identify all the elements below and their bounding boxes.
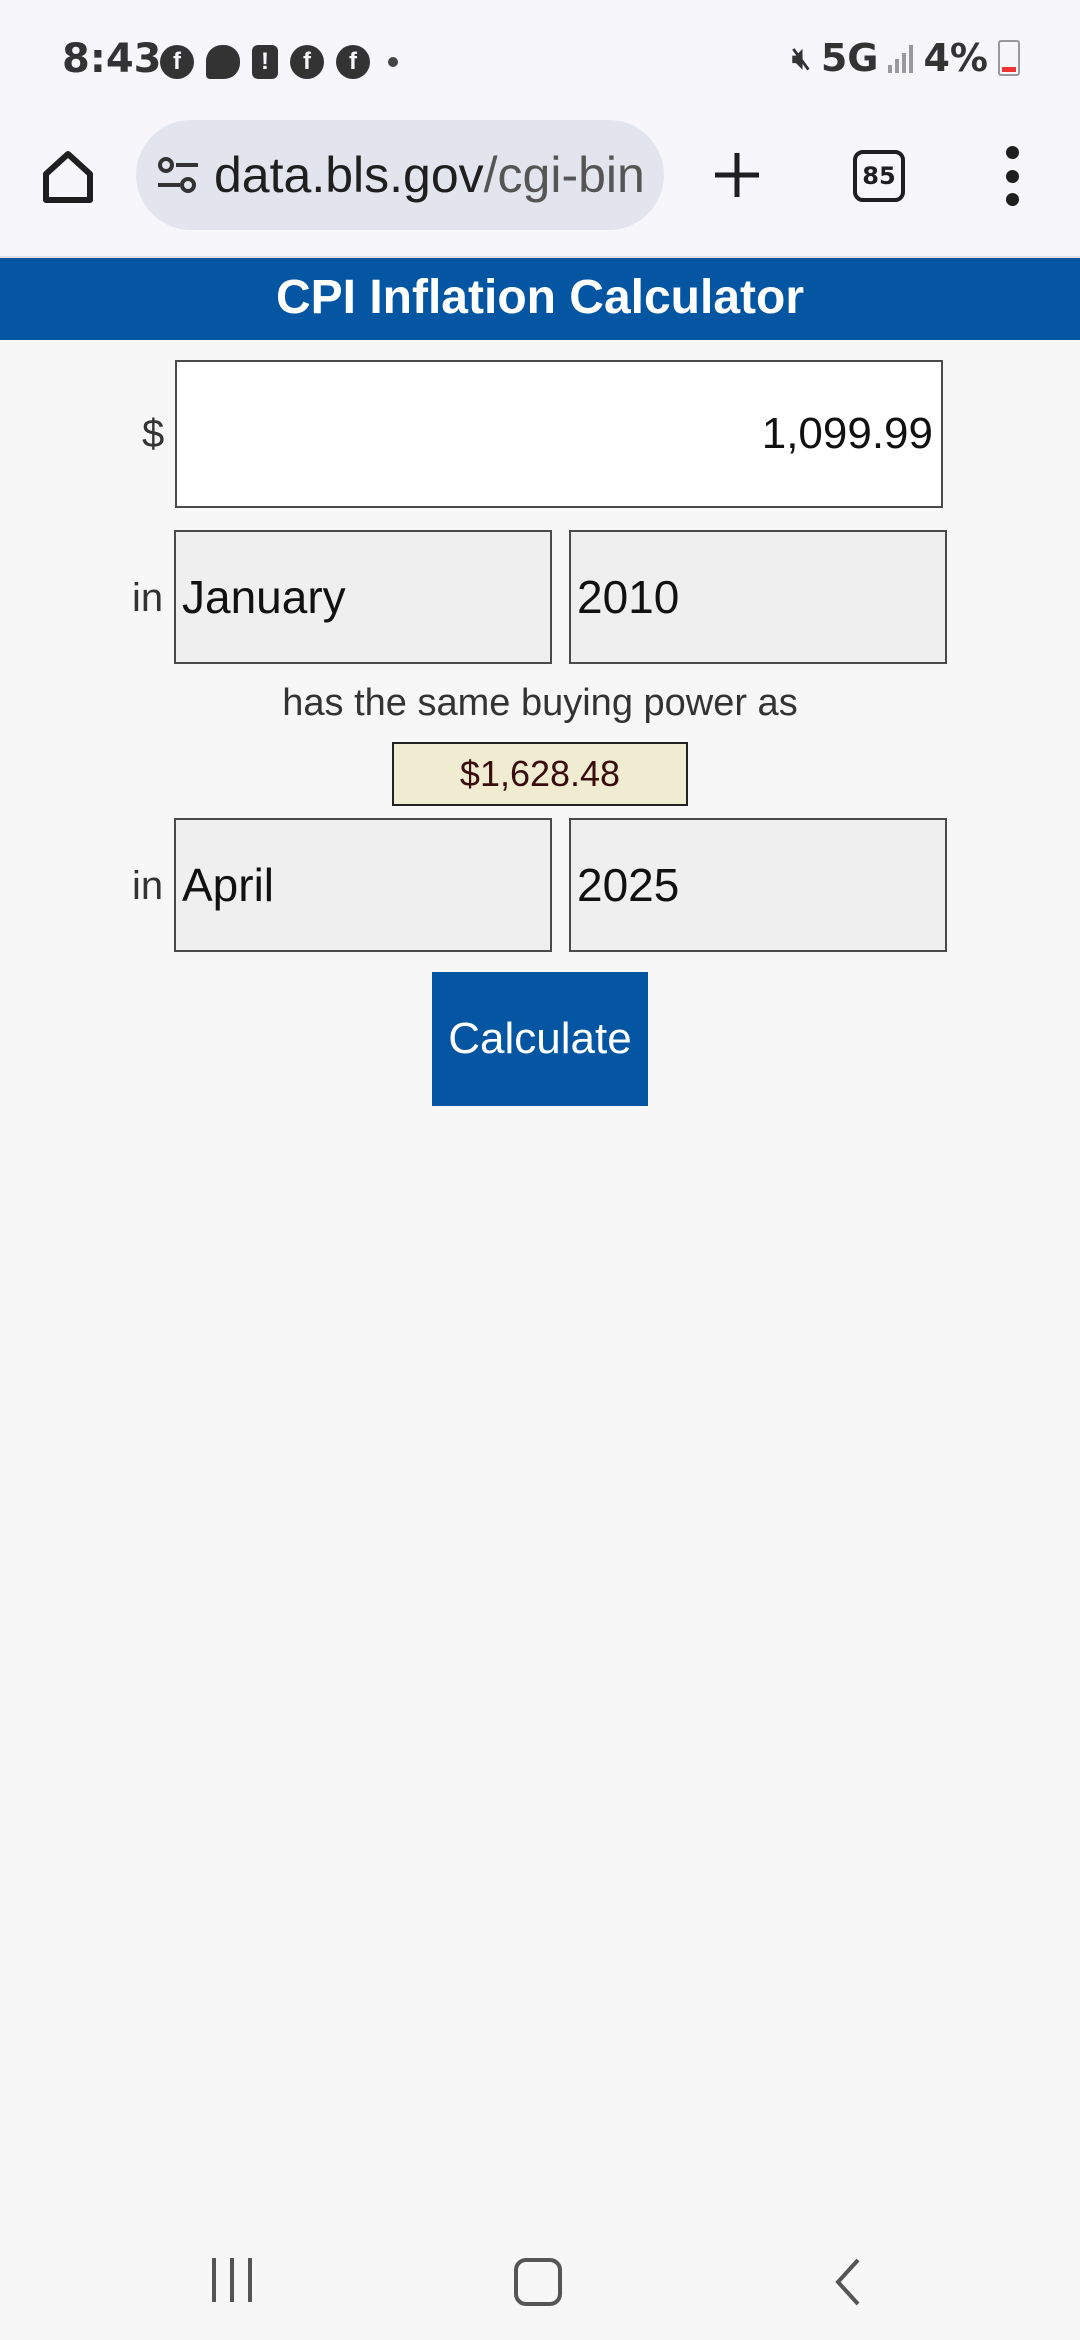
url-host: data.bls.gov (214, 147, 484, 203)
url-path: /cgi-bin (483, 147, 645, 203)
calculate-button[interactable]: Calculate (432, 972, 648, 1106)
to-year-select[interactable]: 2025 (569, 818, 947, 952)
notification-icons: f ! f f (160, 44, 398, 80)
page-title: CPI Inflation Calculator (0, 258, 1080, 340)
from-month-select[interactable]: January (174, 530, 552, 664)
system-nav-bar (0, 2220, 1080, 2340)
system-home-icon[interactable] (514, 2258, 562, 2306)
address-bar[interactable]: data.bls.gov/cgi-bin (136, 120, 664, 230)
more-options-icon[interactable] (1004, 146, 1020, 206)
currency-symbol: $ (142, 412, 165, 456)
same-buying-power-text: has the same buying power as (282, 682, 798, 724)
site-settings-icon[interactable] (156, 155, 200, 195)
from-year-select[interactable]: 2010 (569, 530, 947, 664)
status-time: 8:43 (62, 36, 162, 82)
status-right: 🔇︎ 5G 4% (792, 36, 1020, 80)
result-value: $1,628.48 (392, 742, 688, 806)
from-year-value: 2010 (577, 571, 680, 623)
amount-input[interactable] (175, 360, 943, 508)
to-in-label: in (132, 864, 164, 908)
to-year-value: 2025 (577, 859, 680, 911)
tab-switcher-button[interactable]: 85 (853, 150, 905, 202)
status-bar: 8:43 f ! f f 🔇︎ 5G 4% (0, 0, 1080, 120)
recent-apps-icon[interactable] (212, 2258, 252, 2302)
facebook-icon: f (290, 45, 324, 79)
chat-icon (206, 45, 240, 79)
back-icon[interactable] (820, 2252, 880, 2312)
home-icon[interactable] (38, 146, 98, 206)
browser-toolbar: data.bls.gov/cgi-bin 85 (0, 120, 1080, 258)
more-notifications-dot (388, 57, 398, 67)
mute-icon: 🔇︎ (791, 40, 811, 76)
to-month-select[interactable]: April (174, 818, 552, 952)
from-in-label: in (132, 576, 164, 620)
facebook-icon: f (160, 45, 194, 79)
battery-icon (998, 40, 1020, 76)
from-month-value: January (182, 571, 346, 623)
new-tab-icon[interactable] (712, 150, 762, 200)
to-month-value: April (182, 859, 275, 911)
signal-icon (888, 43, 914, 73)
network-type: 5G (820, 36, 879, 80)
alert-icon: ! (252, 45, 278, 79)
battery-percent: 4% (923, 36, 988, 80)
url-text: data.bls.gov/cgi-bin (214, 146, 645, 204)
facebook-icon: f (336, 45, 370, 79)
